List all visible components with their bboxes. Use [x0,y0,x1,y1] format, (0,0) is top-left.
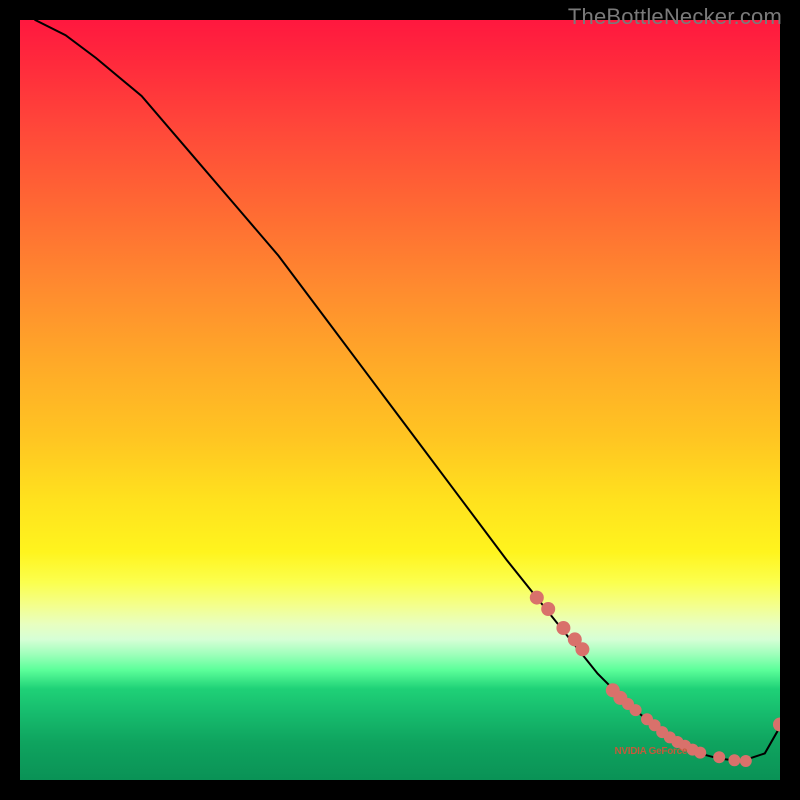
bottleneck-curve [35,20,780,761]
data-marker [575,642,589,656]
data-marker [630,704,642,716]
data-marker [694,747,706,759]
data-marker [556,621,570,635]
annotation-label: NVIDIA GeForce [614,746,687,757]
data-marker [740,755,752,767]
gradient-plot-area: NVIDIA GeForce [20,20,780,780]
labels-group: NVIDIA GeForce [614,746,687,757]
chart-stage: TheBottleNecker.com NVIDIA GeForce [0,0,800,800]
data-marker [530,591,544,605]
data-marker [773,718,780,732]
markers-group [530,591,780,767]
data-marker [713,751,725,763]
watermark-text: TheBottleNecker.com [568,4,782,30]
data-marker [541,602,555,616]
chart-overlay: NVIDIA GeForce [20,20,780,780]
data-marker [728,754,740,766]
